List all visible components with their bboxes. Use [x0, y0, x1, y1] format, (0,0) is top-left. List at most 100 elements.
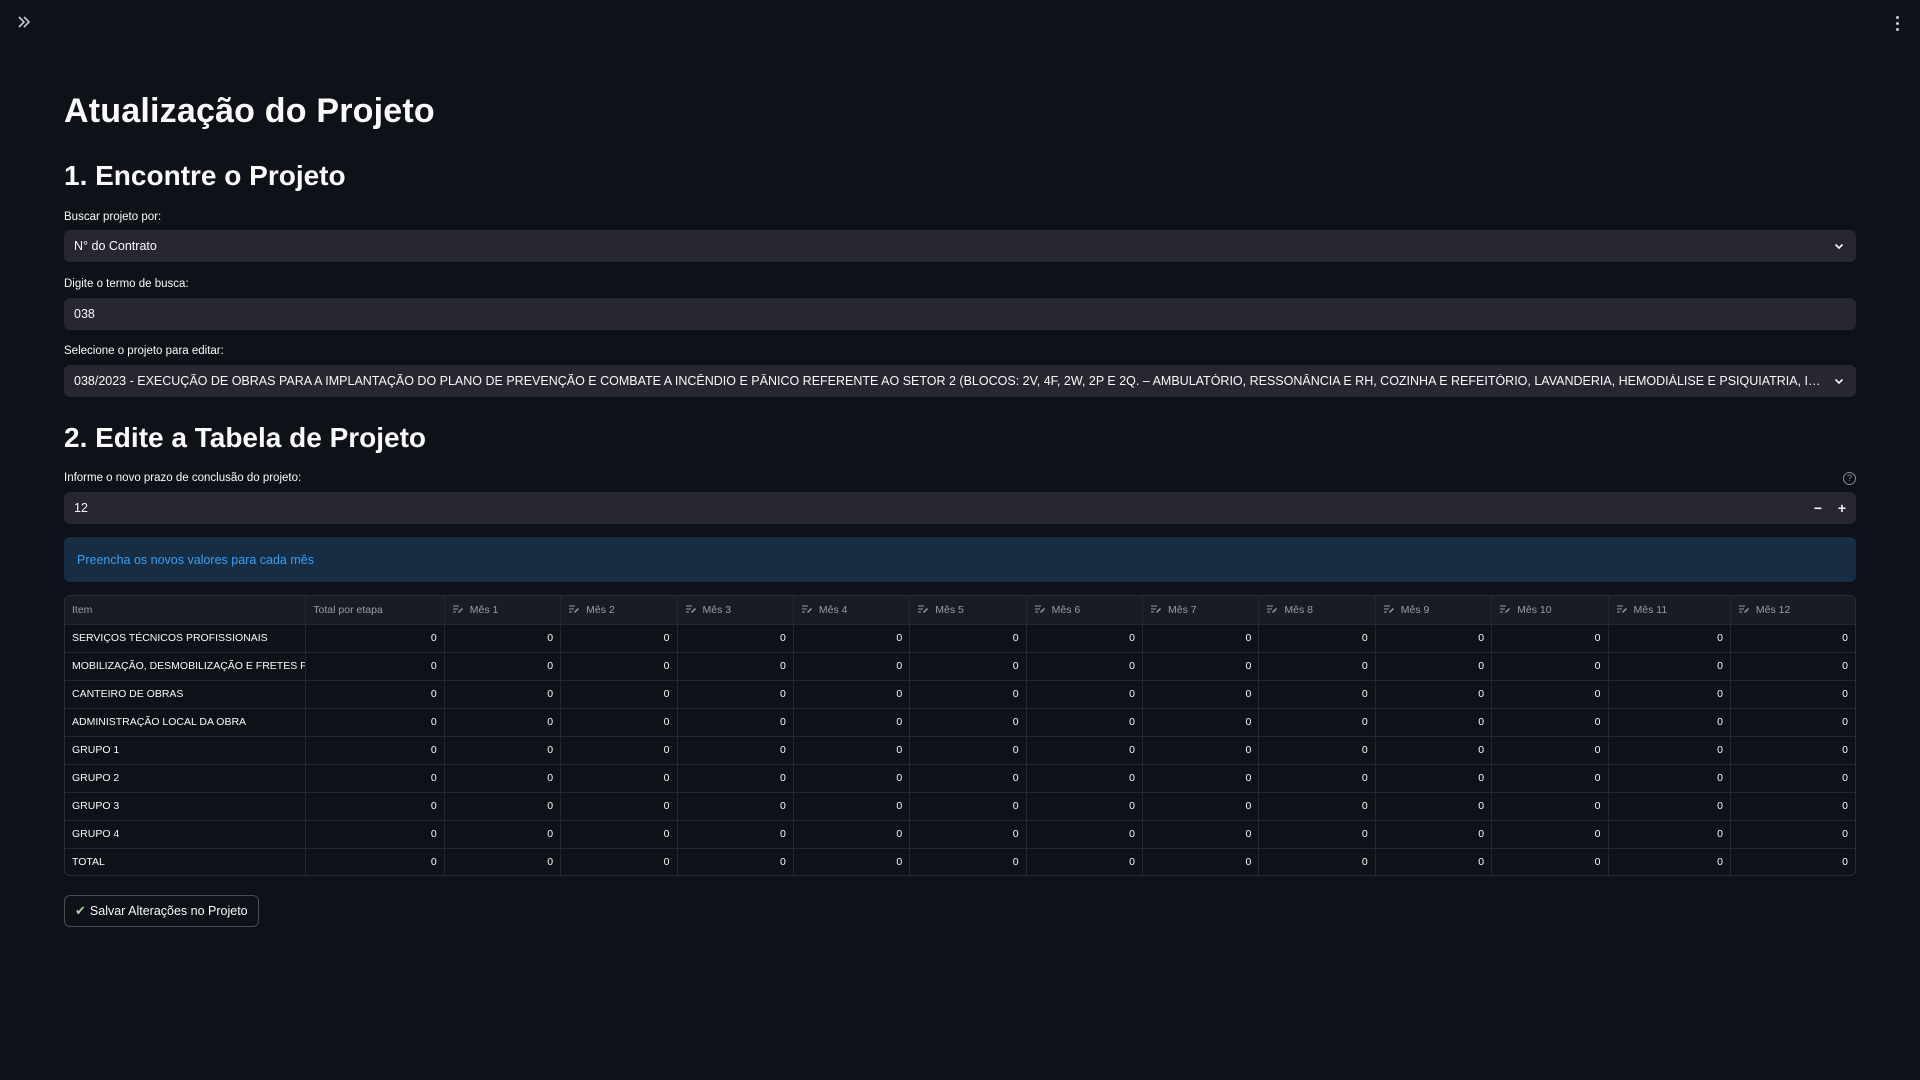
table-cell-value[interactable]: 0 — [909, 820, 1027, 849]
table-cell-value[interactable]: 0 — [1258, 708, 1376, 737]
decrement-button[interactable]: − — [1806, 492, 1830, 524]
table-cell-value[interactable]: 0 — [1258, 624, 1376, 653]
table-cell-value[interactable]: 0 — [1491, 624, 1609, 653]
table-cell-value[interactable]: 0 — [1730, 820, 1855, 849]
table-cell-item[interactable]: ADMINISTRAÇÃO LOCAL DA OBRA — [65, 708, 307, 737]
table-cell-value[interactable]: 0 — [305, 848, 445, 875]
table-cell-value[interactable]: 0 — [1026, 624, 1144, 653]
table-cell-value[interactable]: 0 — [1026, 848, 1144, 875]
search-term-field[interactable] — [74, 307, 1846, 321]
table-cell-value[interactable]: 0 — [793, 680, 911, 709]
table-cell-value[interactable]: 0 — [677, 820, 794, 849]
table-cell-value[interactable]: 0 — [1375, 680, 1493, 709]
table-cell-value[interactable]: 0 — [1258, 680, 1376, 709]
table-cell-value[interactable]: 0 — [560, 624, 678, 653]
table-cell-value[interactable]: 0 — [909, 848, 1027, 875]
table-cell-value[interactable]: 0 — [444, 820, 562, 849]
deadline-number-input[interactable]: 12 − + — [64, 492, 1856, 524]
column-header[interactable]: Mês 7 — [1142, 596, 1260, 625]
table-cell-item[interactable]: MOBILIZAÇÃO, DESMOBILIZAÇÃO E FRETES PAR… — [65, 652, 307, 681]
table-cell-value[interactable]: 0 — [1258, 792, 1376, 821]
table-cell-value[interactable]: 0 — [444, 708, 562, 737]
table-cell-item[interactable]: GRUPO 2 — [65, 764, 307, 793]
sidebar-expand-icon[interactable] — [16, 14, 36, 34]
table-cell-value[interactable]: 0 — [1730, 652, 1855, 681]
table-cell-value[interactable]: 0 — [444, 736, 562, 765]
table-cell-value[interactable]: 0 — [1142, 792, 1260, 821]
column-header[interactable]: Mês 5 — [909, 596, 1027, 625]
table-cell-value[interactable]: 0 — [1142, 764, 1260, 793]
table-cell-value[interactable]: 0 — [1491, 680, 1609, 709]
table-cell-value[interactable]: 0 — [677, 764, 794, 793]
column-header[interactable]: Mês 8 — [1258, 596, 1376, 625]
table-cell-value[interactable]: 0 — [1026, 680, 1144, 709]
save-project-button[interactable]: ✔ Salvar Alterações no Projeto — [64, 895, 259, 927]
table-cell-value[interactable]: 0 — [1375, 708, 1493, 737]
table-cell-value[interactable]: 0 — [1375, 820, 1493, 849]
table-cell-value[interactable]: 0 — [1730, 680, 1855, 709]
column-header[interactable]: Mês 3 — [677, 596, 794, 625]
column-header[interactable]: Item — [65, 596, 307, 625]
table-cell-value[interactable]: 0 — [793, 848, 911, 875]
table-cell-value[interactable]: 0 — [1258, 848, 1376, 875]
table-cell-value[interactable]: 0 — [909, 680, 1027, 709]
table-cell-value[interactable]: 0 — [1142, 736, 1260, 765]
table-cell-value[interactable]: 0 — [677, 736, 794, 765]
column-header[interactable]: Mês 1 — [444, 596, 562, 625]
table-cell-value[interactable]: 0 — [560, 848, 678, 875]
table-cell-value[interactable]: 0 — [444, 624, 562, 653]
table-cell-value[interactable]: 0 — [1026, 764, 1144, 793]
table-cell-value[interactable]: 0 — [1142, 624, 1260, 653]
table-cell-value[interactable]: 0 — [909, 764, 1027, 793]
table-cell-value[interactable]: 0 — [1730, 708, 1855, 737]
table-cell-value[interactable]: 0 — [1142, 820, 1260, 849]
table-cell-value[interactable]: 0 — [560, 680, 678, 709]
table-cell-value[interactable]: 0 — [1491, 736, 1609, 765]
table-cell-value[interactable]: 0 — [1026, 736, 1144, 765]
table-cell-value[interactable]: 0 — [1608, 736, 1731, 765]
table-cell-value[interactable]: 0 — [1375, 652, 1493, 681]
table-cell-value[interactable]: 0 — [1608, 680, 1731, 709]
table-cell-value[interactable]: 0 — [1730, 848, 1855, 875]
column-header[interactable]: Mês 9 — [1375, 596, 1493, 625]
table-cell-value[interactable]: 0 — [677, 848, 794, 875]
table-cell-value[interactable]: 0 — [305, 736, 445, 765]
table-cell-value[interactable]: 0 — [677, 792, 794, 821]
table-cell-value[interactable]: 0 — [444, 680, 562, 709]
table-cell-value[interactable]: 0 — [1491, 820, 1609, 849]
table-cell-value[interactable]: 0 — [793, 708, 911, 737]
table-cell-value[interactable]: 0 — [793, 652, 911, 681]
table-cell-value[interactable]: 0 — [1491, 848, 1609, 875]
table-cell-value[interactable]: 0 — [305, 652, 445, 681]
table-cell-value[interactable]: 0 — [444, 652, 562, 681]
table-cell-value[interactable]: 0 — [909, 792, 1027, 821]
table-cell-value[interactable]: 0 — [909, 624, 1027, 653]
table-cell-value[interactable]: 0 — [1026, 652, 1144, 681]
table-cell-value[interactable]: 0 — [909, 708, 1027, 737]
table-cell-item[interactable]: CANTEIRO DE OBRAS — [65, 680, 307, 709]
table-cell-value[interactable]: 0 — [560, 764, 678, 793]
table-cell-value[interactable]: 0 — [1608, 652, 1731, 681]
table-cell-value[interactable]: 0 — [677, 652, 794, 681]
search-term-input[interactable] — [64, 298, 1856, 330]
table-cell-value[interactable]: 0 — [1375, 848, 1493, 875]
table-cell-item[interactable]: GRUPO 3 — [65, 792, 307, 821]
table-cell-value[interactable]: 0 — [560, 820, 678, 849]
table-cell-value[interactable]: 0 — [1142, 680, 1260, 709]
table-cell-value[interactable]: 0 — [444, 792, 562, 821]
table-cell-value[interactable]: 0 — [1375, 736, 1493, 765]
table-cell-value[interactable]: 0 — [305, 764, 445, 793]
table-cell-item[interactable]: TOTAL — [65, 848, 307, 875]
table-cell-value[interactable]: 0 — [677, 708, 794, 737]
table-cell-value[interactable]: 0 — [1375, 624, 1493, 653]
table-cell-value[interactable]: 0 — [793, 736, 911, 765]
increment-button[interactable]: + — [1830, 492, 1854, 524]
column-header[interactable]: Mês 12 — [1730, 596, 1855, 625]
table-cell-value[interactable]: 0 — [1026, 820, 1144, 849]
table-cell-value[interactable]: 0 — [1730, 792, 1855, 821]
table-cell-value[interactable]: 0 — [1491, 764, 1609, 793]
column-header[interactable]: Mês 2 — [560, 596, 678, 625]
column-header[interactable]: Mês 11 — [1608, 596, 1731, 625]
table-cell-value[interactable]: 0 — [1142, 848, 1260, 875]
table-cell-value[interactable]: 0 — [1491, 792, 1609, 821]
